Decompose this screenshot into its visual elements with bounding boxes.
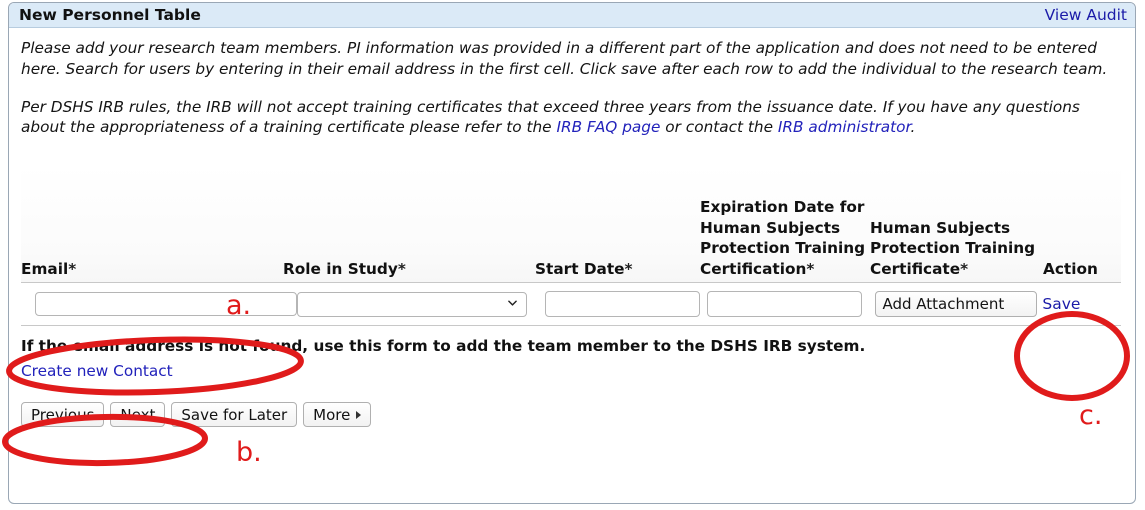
required-asterisk: * bbox=[68, 259, 77, 278]
form-button-bar: Previous Next Save for Later More bbox=[21, 402, 1123, 428]
intro-p2-text-2: or contact the bbox=[660, 118, 778, 137]
column-header-action: Action bbox=[1043, 164, 1121, 282]
intro-paragraph-2: Per DSHS IRB rules, the IRB will not acc… bbox=[21, 97, 1123, 139]
save-for-later-button[interactable]: Save for Later bbox=[171, 402, 298, 428]
cell-training-certificate: Add Attachment bbox=[875, 291, 1042, 318]
cell-start-date bbox=[544, 291, 707, 318]
save-link[interactable]: Save bbox=[1042, 295, 1080, 313]
column-header-training-certificate: Human Subjects Protection Training Certi… bbox=[870, 164, 1043, 282]
new-personnel-panel: New Personnel Table View Audit Please ad… bbox=[8, 2, 1136, 504]
personnel-table: Email* Role in Study* Start Date* Expira… bbox=[21, 164, 1121, 327]
chevron-down-icon bbox=[508, 300, 517, 306]
start-date-input[interactable] bbox=[545, 292, 699, 317]
column-header-start-date: Start Date* bbox=[535, 164, 700, 282]
cell-role bbox=[297, 291, 545, 317]
required-asterisk: * bbox=[397, 259, 406, 278]
view-audit-link[interactable]: View Audit bbox=[1045, 6, 1127, 24]
email-input[interactable] bbox=[35, 292, 297, 317]
role-in-study-select[interactable] bbox=[297, 291, 527, 317]
previous-button[interactable]: Previous bbox=[21, 402, 105, 428]
cell-action: Save bbox=[1042, 295, 1121, 313]
column-header-expiration-date: Expiration Date for Human Subjects Prote… bbox=[700, 164, 870, 282]
next-button[interactable]: Next bbox=[110, 402, 166, 428]
table-header-row: Email* Role in Study* Start Date* Expira… bbox=[21, 164, 1121, 282]
required-asterisk: * bbox=[624, 259, 633, 278]
start-date-field[interactable] bbox=[544, 291, 700, 318]
column-header-expiration-date-label: Expiration Date for Human Subjects Prote… bbox=[700, 198, 866, 278]
more-button[interactable]: More bbox=[303, 402, 372, 428]
panel-body: Please add your research team members. P… bbox=[9, 28, 1135, 428]
triangle-right-icon bbox=[356, 410, 362, 419]
irb-administrator-link[interactable]: IRB administrator bbox=[778, 118, 911, 136]
next-button-label: Next bbox=[120, 405, 156, 424]
irb-faq-page-link[interactable]: IRB FAQ page bbox=[556, 118, 660, 136]
page-title: New Personnel Table bbox=[19, 6, 201, 24]
required-asterisk: * bbox=[960, 259, 969, 278]
expiration-date-field[interactable] bbox=[706, 291, 862, 318]
expiration-date-input[interactable] bbox=[707, 292, 861, 317]
column-header-training-certificate-label: Human Subjects Protection Training Certi… bbox=[870, 218, 1036, 278]
save-for-later-button-label: Save for Later bbox=[181, 405, 288, 424]
table-row: Add Attachment Save bbox=[21, 282, 1121, 326]
column-header-email-label: Email bbox=[21, 259, 69, 278]
cell-email bbox=[21, 292, 297, 317]
cell-expiration-date bbox=[706, 291, 876, 318]
intro-p2-text-3: . bbox=[910, 118, 916, 137]
required-asterisk: * bbox=[806, 259, 815, 278]
column-header-start-date-label: Start Date bbox=[535, 259, 625, 278]
column-header-role: Role in Study* bbox=[283, 164, 535, 282]
column-header-email: Email* bbox=[21, 164, 283, 282]
column-header-action-label: Action bbox=[1043, 259, 1098, 278]
previous-button-label: Previous bbox=[31, 405, 95, 424]
more-button-label: More bbox=[313, 405, 351, 424]
column-header-role-label: Role in Study bbox=[283, 259, 398, 278]
intro-p2-text-1: Per DSHS IRB rules, the IRB will not acc… bbox=[21, 97, 1080, 137]
panel-header: New Personnel Table View Audit bbox=[9, 3, 1135, 28]
create-new-contact-link[interactable]: Create new Contact bbox=[21, 362, 173, 380]
add-attachment-button[interactable]: Add Attachment bbox=[875, 291, 1038, 318]
intro-paragraph-1: Please add your research team members. P… bbox=[21, 39, 1108, 78]
email-not-found-notice: If the email address is not found, use t… bbox=[21, 337, 866, 356]
